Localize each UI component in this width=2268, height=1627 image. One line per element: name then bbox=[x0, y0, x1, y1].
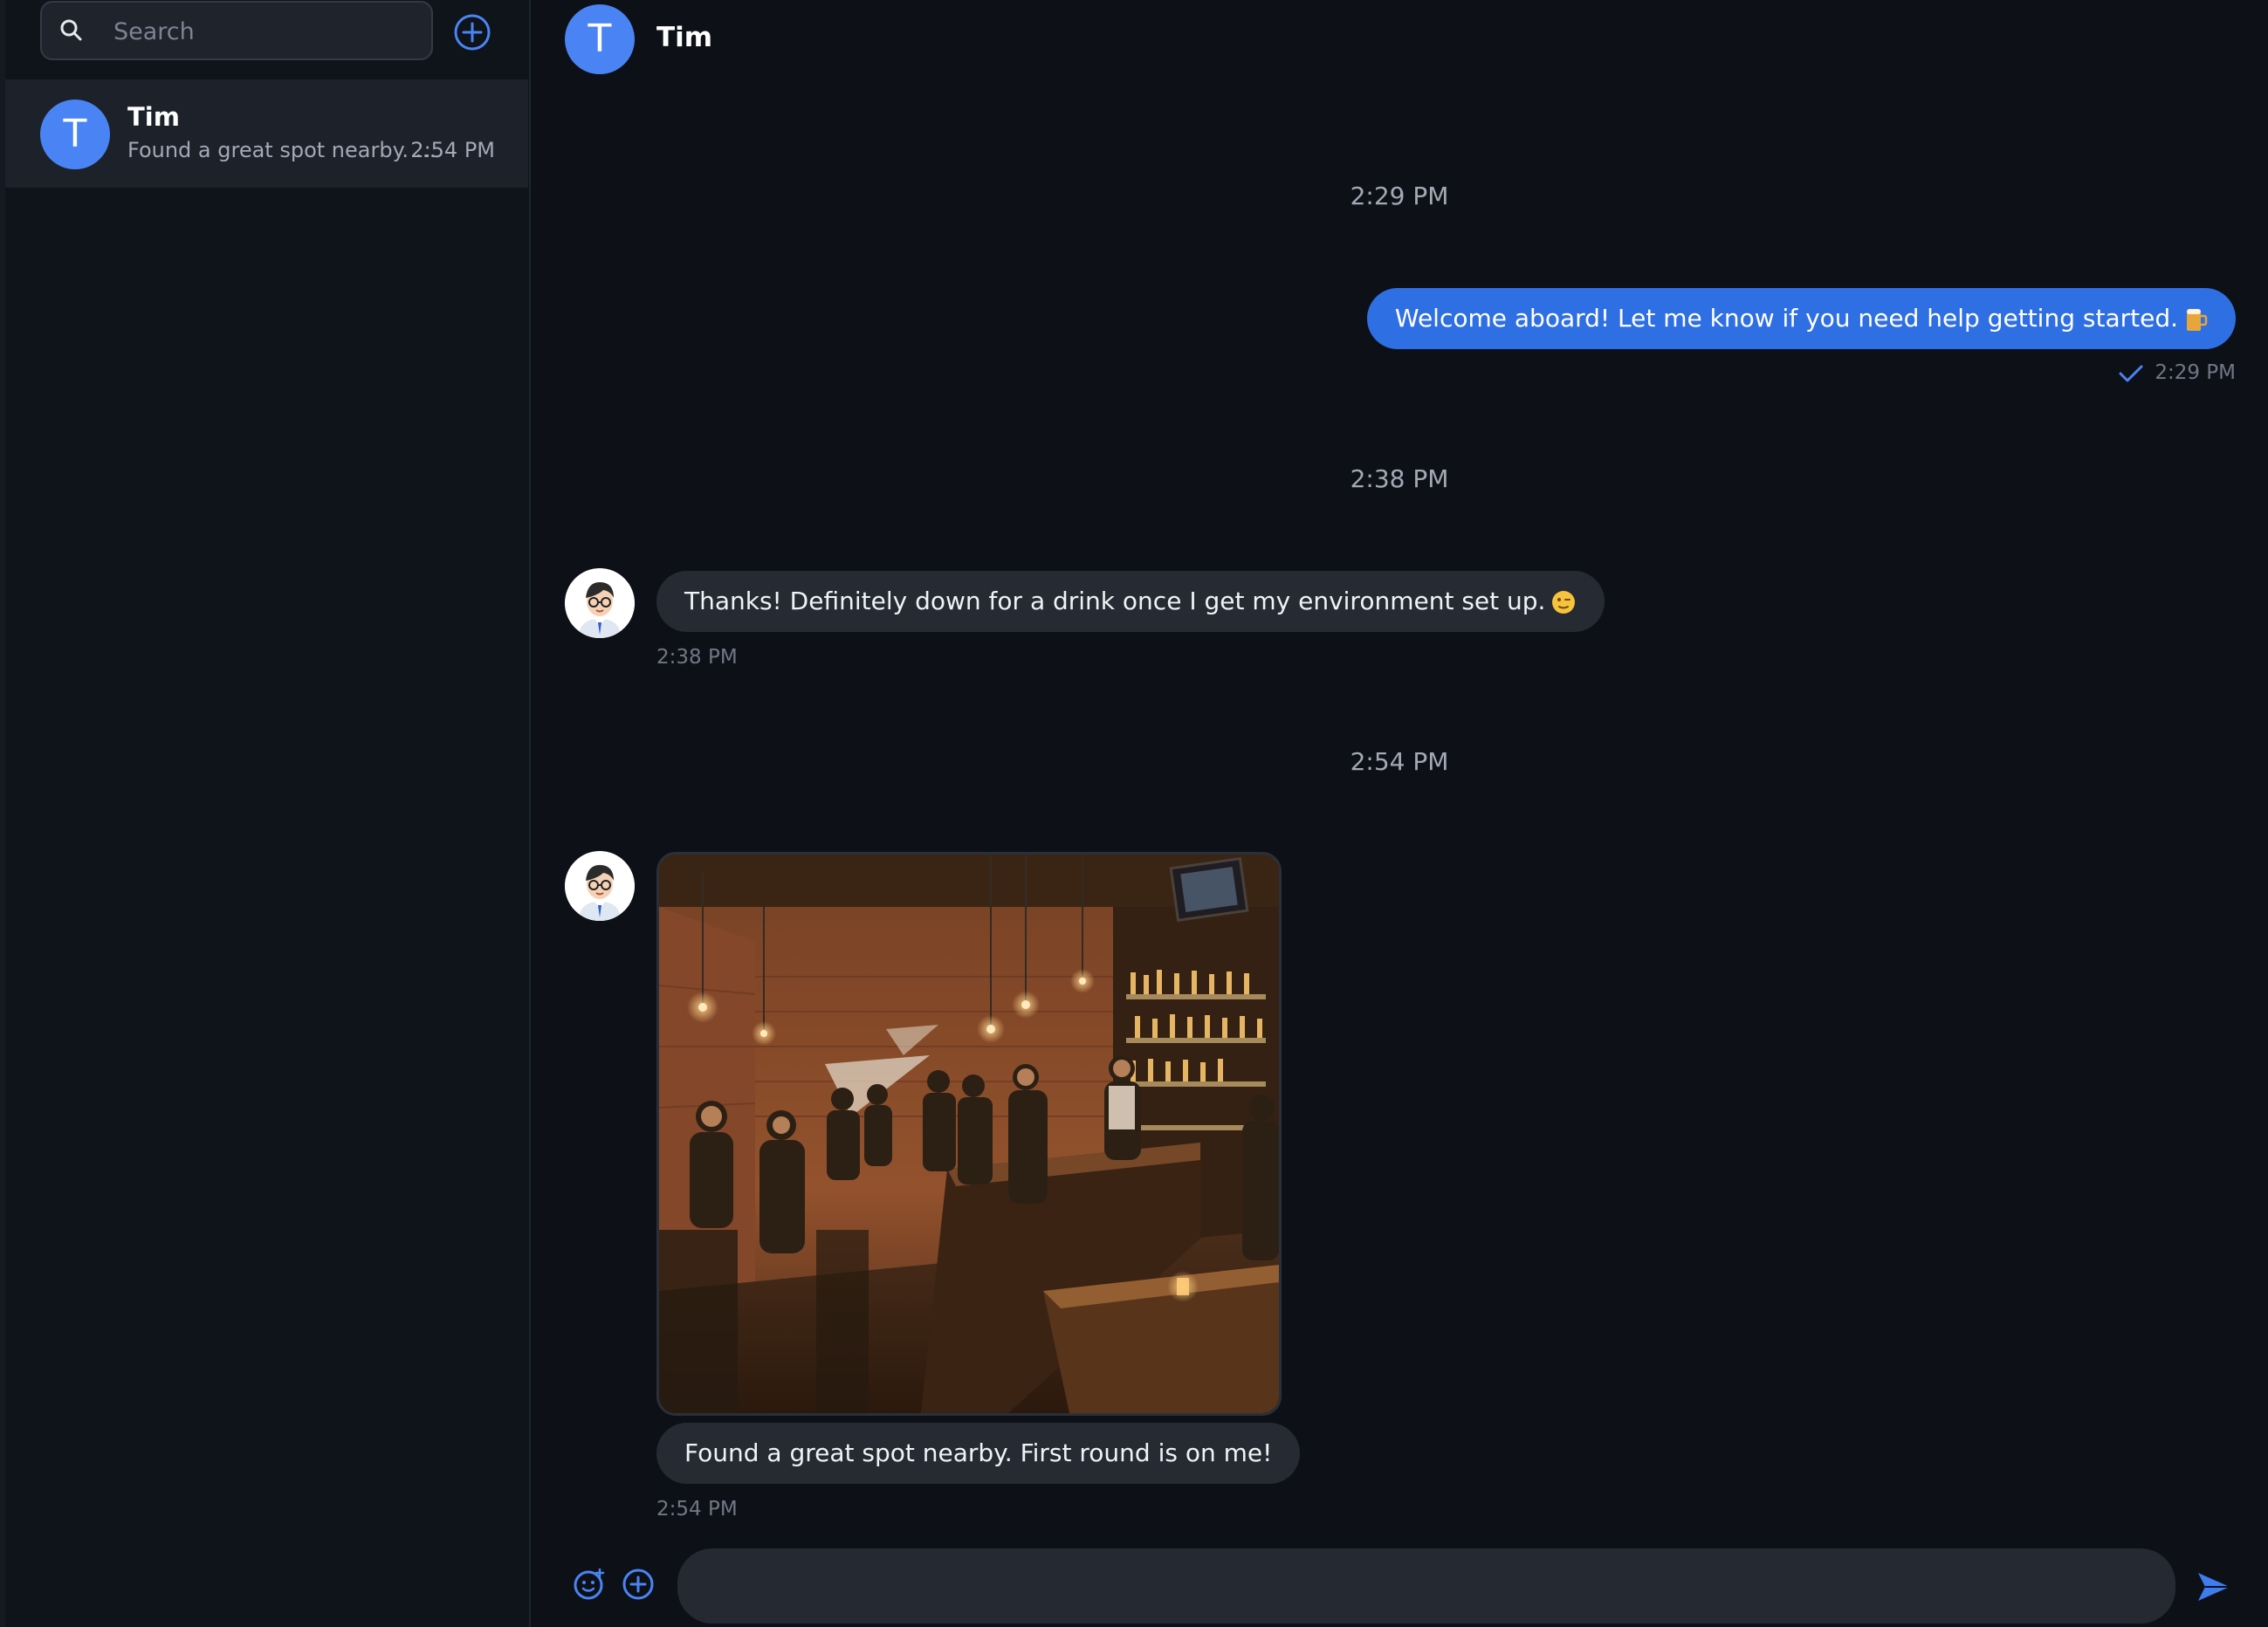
message-time: 2:29 PM bbox=[2155, 361, 2236, 384]
plus-circle-icon[interactable] bbox=[622, 1568, 655, 1601]
timestamp-divider: 2:38 PM bbox=[1350, 464, 1449, 493]
avatar[interactable] bbox=[565, 568, 635, 638]
message-input[interactable] bbox=[677, 1548, 2175, 1624]
sidebar: T Tim Found a great spot nearby. … 2:54 … bbox=[0, 0, 531, 1627]
winking-face-icon bbox=[1552, 591, 1576, 614]
message-text: Welcome aboard! Let me know if you need … bbox=[1394, 304, 2178, 333]
message-text: Found a great spot nearby. First round i… bbox=[684, 1438, 1273, 1467]
timestamp-divider: 2:29 PM bbox=[1350, 182, 1449, 210]
search-input[interactable] bbox=[112, 11, 421, 51]
send-icon[interactable] bbox=[2195, 1568, 2233, 1606]
conversation-name: Tim bbox=[127, 102, 180, 132]
beer-mug-icon bbox=[2187, 309, 2208, 331]
avatar: T bbox=[40, 100, 110, 169]
chat-title[interactable]: Tim bbox=[656, 22, 712, 53]
new-chat-plus-icon[interactable] bbox=[453, 13, 491, 51]
header-avatar[interactable]: T bbox=[565, 4, 635, 74]
message-meta: 2:29 PM bbox=[2118, 361, 2236, 384]
conversation-preview: Found a great spot nearby. … bbox=[127, 138, 436, 162]
chat-panel: T Tim 2:29 PM Welcome aboard! Let me kno… bbox=[531, 0, 2268, 1627]
bar-interior-photo[interactable] bbox=[656, 852, 1282, 1416]
message-time: 2:54 PM bbox=[656, 1498, 738, 1521]
conversation-item-tim[interactable]: T Tim Found a great spot nearby. … 2:54 … bbox=[5, 79, 528, 188]
checkmark-icon bbox=[2119, 365, 2143, 381]
outgoing-message[interactable]: Welcome aboard! Let me know if you need … bbox=[1366, 288, 2236, 349]
emoji-add-icon[interactable] bbox=[573, 1568, 606, 1601]
sidebar-edge bbox=[0, 0, 5, 1627]
search-box[interactable] bbox=[40, 1, 433, 60]
avatar[interactable] bbox=[565, 851, 635, 921]
incoming-message[interactable]: Thanks! Definitely down for a drink once… bbox=[656, 571, 1605, 632]
message-time: 2:38 PM bbox=[656, 646, 738, 669]
incoming-message[interactable]: Found a great spot nearby. First round i… bbox=[656, 1423, 1301, 1484]
search-icon bbox=[60, 19, 82, 41]
message-text: Thanks! Definitely down for a drink once… bbox=[684, 587, 1546, 615]
conversation-time: 2:54 PM bbox=[410, 138, 495, 162]
timestamp-divider: 2:54 PM bbox=[1350, 747, 1449, 776]
